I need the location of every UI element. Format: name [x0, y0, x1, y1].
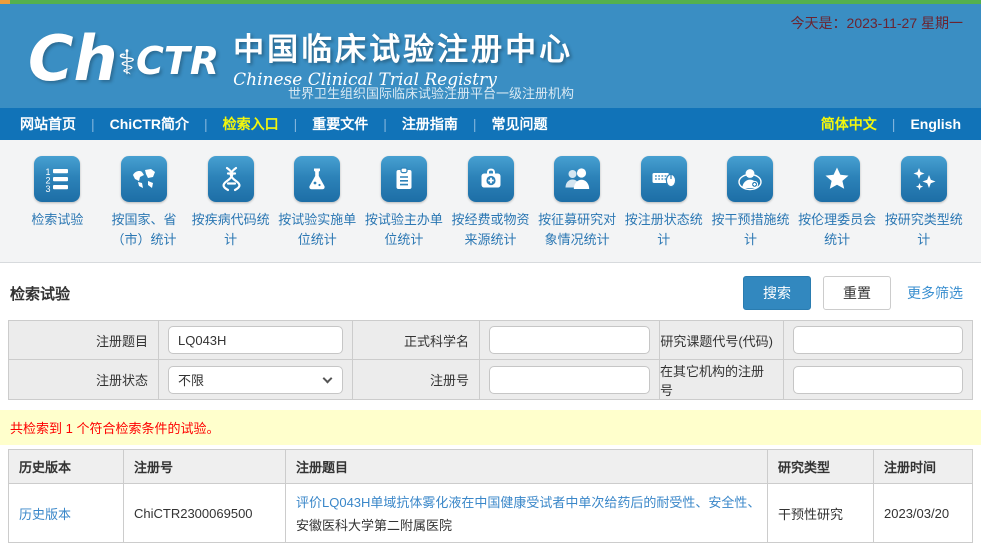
result-count-notice: 共检索到 1 个符合检索条件的试验。 — [0, 410, 981, 445]
trial-title-cell: 评价LQ043H单域抗体雾化液在中国健康受试者中单次给药后的耐受性、安全性、..… — [286, 484, 768, 543]
results-header-row: 历史版本 注册号 注册题目 研究类型 注册时间 — [9, 450, 973, 484]
reset-button[interactable]: 重置 — [823, 276, 891, 310]
search-button[interactable]: 搜索 — [743, 276, 811, 310]
header-reg-number: 注册号 — [124, 450, 286, 484]
reg-status-value: 不限 — [178, 370, 204, 389]
history-version-link[interactable]: 历史版本 — [19, 507, 71, 522]
search-header: 检索试验 搜索 重置 更多筛选 — [0, 263, 981, 320]
people-group-icon — [554, 156, 600, 202]
site-titles: 中国临床试验注册中心 Chinese Clinical Trial Regist… — [233, 18, 573, 90]
site-header: 今天是：2023-11-27 星期一 Ch⚕CTR 中国临床试验注册中心 Chi… — [0, 4, 981, 108]
nav-separator: | — [460, 116, 490, 132]
statistics-toolbar: 123 检索试验 按国家、省（市）统计 按疾病代码统计 按试验实施单位统计 按试… — [0, 140, 981, 263]
nav-item-important-docs[interactable]: 重要文件 — [310, 114, 370, 134]
doctor-icon — [727, 156, 773, 202]
who-tagline: 世界卫生组织国际临床试验注册平台一级注册机构 — [288, 83, 574, 102]
reg-date-cell: 2023/03/20 — [874, 484, 973, 543]
numbered-list-icon: 123 — [34, 156, 80, 202]
clipboard-icon — [381, 156, 427, 202]
logo-text-right: CTR — [136, 39, 219, 83]
star-icon — [814, 156, 860, 202]
nav-item-about[interactable]: ChiCTR简介 — [108, 114, 191, 134]
tool-stats-by-implementing-unit[interactable]: 按试验实施单位统计 — [274, 152, 361, 262]
nav-separator: | — [191, 116, 221, 132]
tool-stats-by-study-type[interactable]: 按研究类型统计 — [880, 152, 967, 262]
other-reg-number-label: 在其它机构的注册号 — [660, 360, 784, 399]
reg-number-cell — [480, 360, 660, 399]
logo-text-left: Ch — [28, 22, 118, 95]
chevron-down-icon — [323, 373, 333, 383]
reg-title-label: 注册题目 — [9, 321, 159, 360]
nav-item-registration-guide[interactable]: 注册指南 — [400, 114, 460, 134]
header-history-version: 历史版本 — [9, 450, 124, 484]
sparkles-icon — [901, 156, 947, 202]
nav-separator: | — [370, 116, 400, 132]
trial-organization: 安徽医科大学第二附属医院 — [296, 515, 757, 534]
reg-number-cell: ChiCTR2300069500 — [124, 484, 286, 543]
results-table: 历史版本 注册号 注册题目 研究类型 注册时间 历史版本 ChiCTR23000… — [8, 449, 973, 543]
header-study-type: 研究类型 — [768, 450, 874, 484]
nav-separator: | — [78, 116, 108, 132]
svg-text:3: 3 — [46, 184, 51, 192]
scientific-name-input[interactable] — [489, 326, 650, 354]
reg-title-input[interactable] — [168, 326, 343, 354]
reg-status-select[interactable]: 不限 — [168, 366, 343, 394]
nav-item-home[interactable]: 网站首页 — [18, 114, 78, 134]
flask-icon — [294, 156, 340, 202]
other-reg-number-input[interactable] — [793, 366, 963, 394]
current-date: 今天是：2023-11-27 星期一 — [791, 13, 963, 33]
main-nav: 网站首页 | ChiCTR简介 | 检索入口 | 重要文件 | 注册指南 | 常… — [0, 108, 981, 140]
trial-title-link[interactable]: 评价LQ043H单域抗体雾化液在中国健康受试者中单次给药后的耐受性、安全性、..… — [296, 492, 756, 511]
reg-status-cell: 不限 — [159, 360, 353, 399]
project-code-cell — [784, 321, 972, 360]
project-code-input[interactable] — [793, 326, 963, 354]
header-reg-date: 注册时间 — [874, 450, 973, 484]
history-version-cell: 历史版本 — [9, 484, 124, 543]
tool-stats-by-recruitment[interactable]: 按征募研究对象情况统计 — [534, 152, 621, 262]
tool-stats-by-intervention[interactable]: 按干预措施统计 — [707, 152, 794, 262]
nav-item-faq[interactable]: 常见问题 — [490, 114, 550, 134]
tool-stats-by-funding-source[interactable]: 按经费或物资来源统计 — [447, 152, 534, 262]
tool-search-trials[interactable]: 123 检索试验 — [14, 152, 101, 262]
scientific-name-cell — [480, 321, 660, 360]
tool-stats-by-disease-code[interactable]: 按疾病代码统计 — [187, 152, 274, 262]
nav-separator: | — [281, 116, 311, 132]
other-reg-number-cell — [784, 360, 972, 399]
tool-stats-by-ethics-committee[interactable]: 按伦理委员会统计 — [794, 152, 881, 262]
tool-stats-by-region[interactable]: 按国家、省（市）统计 — [101, 152, 188, 262]
scientific-name-label: 正式科学名 — [353, 321, 480, 360]
reg-status-label: 注册状态 — [9, 360, 159, 399]
reg-number-label: 注册号 — [353, 360, 480, 399]
site-title: 中国临床试验注册中心 — [233, 24, 573, 69]
tool-stats-by-registration-status[interactable]: 按注册状态统计 — [620, 152, 707, 262]
lang-simplified-chinese[interactable]: 简体中文 — [819, 114, 879, 134]
language-switcher: 简体中文 | English — [819, 114, 963, 134]
search-form: 注册题目 正式科学名 研究课题代号(代码) 注册状态 不限 注册号 在其它机构的… — [8, 320, 973, 400]
nav-separator: | — [879, 116, 909, 132]
brand[interactable]: Ch⚕CTR 中国临床试验注册中心 Chinese Clinical Trial… — [28, 18, 573, 90]
study-type-cell: 干预性研究 — [768, 484, 874, 543]
lang-english[interactable]: English — [908, 116, 963, 132]
search-actions: 搜索 重置 更多筛选 — [743, 276, 971, 310]
more-filters-link[interactable]: 更多筛选 — [907, 283, 963, 303]
table-row: 历史版本 ChiCTR2300069500 评价LQ043H单域抗体雾化液在中国… — [9, 484, 973, 543]
tool-stats-by-sponsor-unit[interactable]: 按试验主办单位统计 — [361, 152, 448, 262]
reg-title-cell — [159, 321, 353, 360]
chictr-logo: Ch⚕CTR — [28, 18, 219, 90]
project-code-label: 研究课题代号(代码) — [660, 321, 784, 360]
header-reg-title: 注册题目 — [286, 450, 768, 484]
keyboard-mouse-icon — [641, 156, 687, 202]
world-map-icon — [121, 156, 167, 202]
search-section: 检索试验 搜索 重置 更多筛选 注册题目 正式科学名 研究课题代号(代码) 注册… — [0, 263, 981, 400]
dna-icon — [208, 156, 254, 202]
page-title: 检索试验 — [10, 283, 70, 304]
nav-item-search-entry[interactable]: 检索入口 — [221, 114, 281, 134]
asclepius-staff-icon: ⚕ — [118, 43, 136, 83]
medical-kit-icon — [468, 156, 514, 202]
reg-number-input[interactable] — [489, 366, 650, 394]
